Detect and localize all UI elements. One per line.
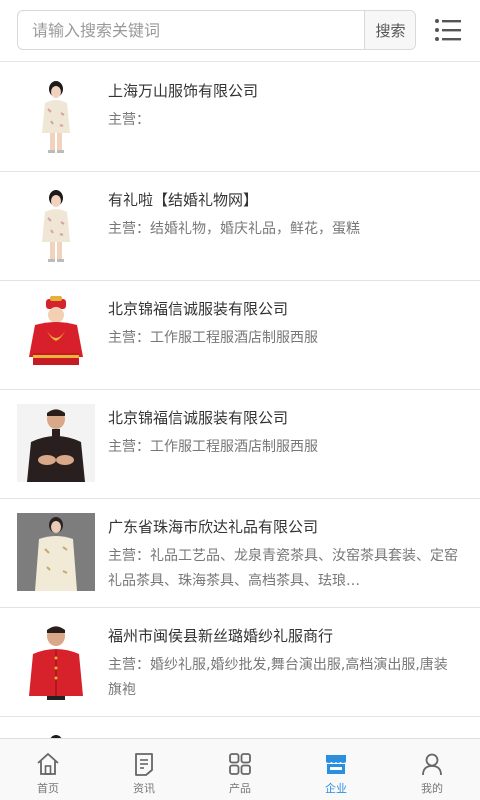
nav-item-enterprise[interactable]: 企业 — [288, 739, 384, 800]
company-name: 北京锦福信诚服装有限公司 — [108, 300, 289, 318]
business-text: 工作服工程服酒店制服西服 — [150, 439, 318, 455]
nav-label: 企业 — [325, 782, 347, 795]
company-thumbnail — [17, 186, 95, 264]
nav-label: 我的 — [421, 782, 443, 795]
company-name: 上海万山服饰有限公司 — [108, 82, 259, 100]
business-text: 礼品工艺品、龙泉青瓷茶具、汝窑茶具套装、定窑礼品茶具、珠海茶具、高档茶具、珐琅… — [108, 548, 458, 589]
home-icon — [37, 753, 59, 775]
enterprise-icon — [326, 755, 346, 774]
company-thumbnail — [17, 622, 95, 700]
business-text: 结婚礼物，婚庆礼品，鲜花，蛋糕 — [150, 221, 360, 237]
nav-item-products[interactable]: 产品 — [192, 739, 288, 800]
company-name: 有礼啦【结婚礼物网】 — [108, 191, 259, 209]
search-box: 搜索 — [17, 10, 416, 50]
company-business: 主营：结婚礼物，婚庆礼品，鲜花，蛋糕 — [108, 217, 460, 242]
nav-label: 资讯 — [133, 782, 155, 795]
bottom-nav: 首页 资讯 产品 企业 我的 — [0, 738, 480, 800]
nav-label: 产品 — [229, 782, 251, 795]
business-label: 主营： — [108, 439, 150, 455]
business-label: 主营： — [108, 657, 150, 673]
products-icon — [229, 753, 251, 775]
nav-item-home[interactable]: 首页 — [0, 739, 96, 800]
company-thumbnail — [17, 295, 95, 373]
company-business: 主营：婚纱礼服,婚纱批发,舞台演出服,高档演出服,唐装旗袍 — [108, 653, 460, 703]
header: 搜索 — [0, 0, 480, 62]
list-item[interactable]: 上海万山服饰有限公司 主营： — [0, 63, 480, 172]
business-label: 主营： — [108, 112, 150, 128]
list-item[interactable]: 北京锦福信诚服装有限公司 主营：工作服工程服酒店制服西服 — [0, 390, 480, 499]
company-name: 福州市闽侯县新丝璐婚纱礼服商行 — [108, 627, 334, 645]
company-thumbnail — [17, 77, 95, 155]
user-icon — [422, 753, 442, 776]
company-list: 上海万山服饰有限公司 主营： 有礼啦【结婚礼物网】 主营：结婚礼物，婚庆礼品，鲜… — [0, 63, 480, 747]
business-text: 婚纱礼服,婚纱批发,舞台演出服,高档演出服,唐装旗袍 — [108, 657, 448, 698]
company-name: 广东省珠海市欣达礼品有限公司 — [108, 518, 319, 536]
business-text: 工作服工程服酒店制服西服 — [150, 330, 318, 346]
company-business: 主营： — [108, 108, 460, 133]
list-item[interactable]: 北京锦福信诚服装有限公司 主营：工作服工程服酒店制服西服 — [0, 281, 480, 390]
search-button[interactable]: 搜索 — [364, 11, 415, 49]
company-name: 北京锦福信诚服装有限公司 — [108, 409, 289, 427]
news-icon — [135, 753, 153, 776]
company-thumbnail — [17, 513, 95, 591]
list-item[interactable]: 有礼啦【结婚礼物网】 主营：结婚礼物，婚庆礼品，鲜花，蛋糕 — [0, 172, 480, 281]
list-item[interactable]: 福州市闽侯县新丝璐婚纱礼服商行 主营：婚纱礼服,婚纱批发,舞台演出服,高档演出服… — [0, 608, 480, 717]
company-business: 主营：工作服工程服酒店制服西服 — [108, 435, 460, 460]
menu-icon[interactable] — [432, 14, 464, 46]
list-item[interactable]: 广东省珠海市欣达礼品有限公司 主营：礼品工艺品、龙泉青瓷茶具、汝窑茶具套装、定窑… — [0, 499, 480, 608]
search-input[interactable] — [18, 11, 364, 49]
company-thumbnail — [17, 404, 95, 482]
nav-label: 首页 — [37, 782, 59, 795]
company-business: 主营：工作服工程服酒店制服西服 — [108, 326, 460, 351]
nav-item-news[interactable]: 资讯 — [96, 739, 192, 800]
nav-item-mine[interactable]: 我的 — [384, 739, 480, 800]
company-business: 主营：礼品工艺品、龙泉青瓷茶具、汝窑茶具套装、定窑礼品茶具、珠海茶具、高档茶具、… — [108, 544, 460, 594]
business-label: 主营： — [108, 330, 150, 346]
business-label: 主营： — [108, 548, 150, 564]
business-label: 主营： — [108, 221, 150, 237]
